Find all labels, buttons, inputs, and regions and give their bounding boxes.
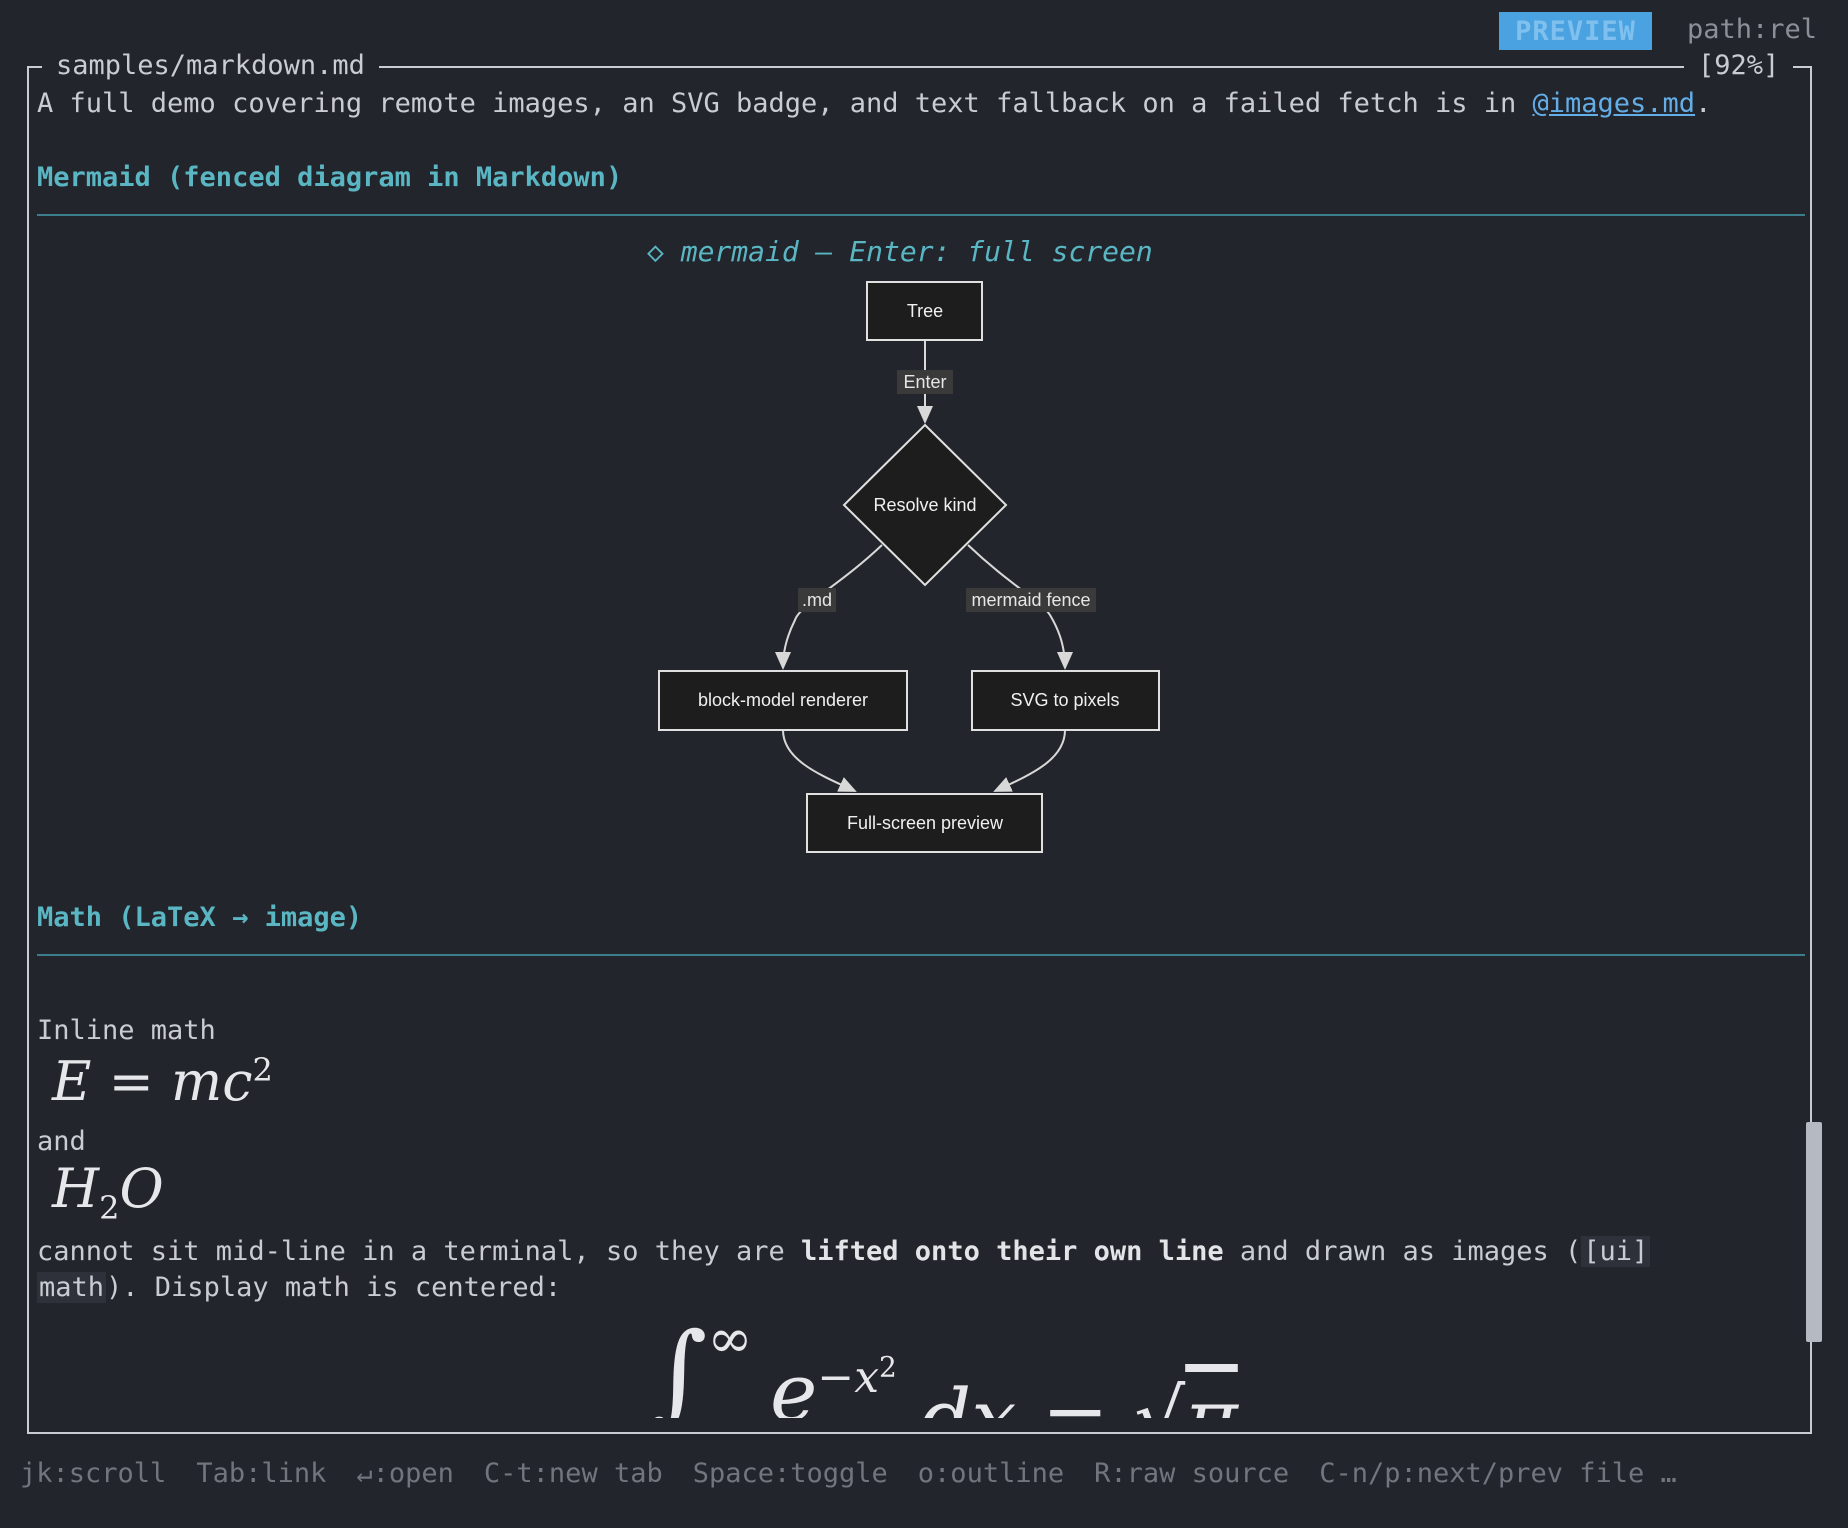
- hint-open: ↵:open: [356, 1458, 454, 1489]
- edge-renderer-preview: [782, 729, 857, 792]
- hint-scroll: jk:scroll: [20, 1458, 167, 1489]
- mermaid-diagram[interactable]: Enter .md mermaid fence Tree Resolve kin…: [0, 0, 1848, 900]
- and-label: and: [37, 1126, 86, 1157]
- math-paragraph-cont: math). Display math is centered:: [37, 1272, 561, 1303]
- math-paragraph: cannot sit mid-line in a terminal, so th…: [37, 1236, 1651, 1267]
- math-image-emc2: E = mc2: [52, 1050, 273, 1113]
- hint-new-tab: C-t:new tab: [483, 1458, 663, 1489]
- heading-rule: [37, 954, 1805, 956]
- hint-toggle: Space:toggle: [692, 1458, 888, 1489]
- node-preview-label: Full-screen preview: [847, 813, 1004, 833]
- hint-raw-source: R:raw source: [1094, 1458, 1290, 1489]
- inline-math-label: Inline math: [37, 1015, 216, 1046]
- node-renderer-label: block-model renderer: [698, 690, 868, 710]
- keybinding-statusbar: jk:scroll Tab:link ↵:open C-t:new tab Space:…: [20, 1458, 1707, 1489]
- math-heading: Math (LaTeX → image): [37, 902, 363, 933]
- para-text: and drawn as images (: [1223, 1236, 1582, 1267]
- scrollbar-thumb[interactable]: [1806, 1122, 1822, 1342]
- hint-next-prev-file: C-n/p:next/prev file …: [1319, 1458, 1677, 1489]
- para-bold: lifted onto their own line: [801, 1236, 1224, 1267]
- node-tree-label: Tree: [907, 301, 943, 321]
- math-image-h2o: H2O: [52, 1157, 164, 1227]
- display-math-image: ∫∞ e−x2 dx = √π: [650, 1310, 1238, 1419]
- inline-code: math: [37, 1272, 107, 1303]
- node-svg-label: SVG to pixels: [1010, 690, 1119, 710]
- node-resolve-label: Resolve kind: [873, 495, 976, 515]
- hint-link: Tab:link: [196, 1458, 327, 1489]
- edge-label-fence: mermaid fence: [971, 590, 1090, 610]
- edge-svg-preview: [993, 729, 1066, 792]
- para-text: cannot sit mid-line in a terminal, so th…: [37, 1236, 802, 1267]
- para-text: ). Display math is centered:: [106, 1272, 562, 1303]
- edge-label-enter: Enter: [903, 372, 946, 392]
- edge-label-md: .md: [802, 590, 832, 610]
- inline-code: [ui]: [1581, 1236, 1651, 1267]
- hint-outline: o:outline: [917, 1458, 1065, 1489]
